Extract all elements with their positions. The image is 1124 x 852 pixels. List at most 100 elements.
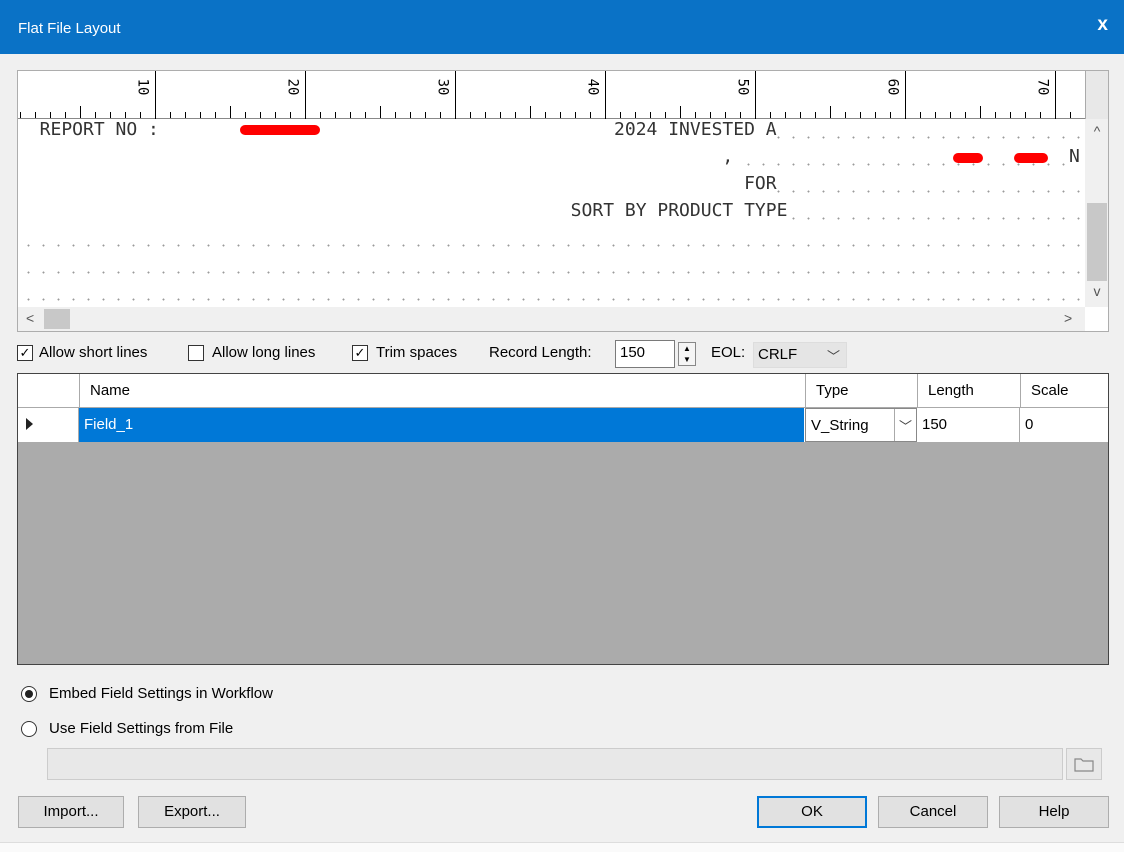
vertical-scroll-thumb[interactable] (1087, 203, 1107, 281)
ruler-label: 50 (734, 78, 751, 96)
allow-short-lines-checkbox[interactable]: ✓ (17, 345, 33, 361)
trim-spaces-checkbox[interactable]: ✓ (352, 345, 368, 361)
embed-settings-label: Embed Field Settings in Workflow (49, 685, 273, 702)
ruler-minor-tick (800, 112, 801, 118)
options-row: ✓ Allow short lines Allow long lines ✓ T… (17, 340, 1109, 368)
field-length-cell[interactable]: 150 (917, 408, 1020, 442)
field-scale-cell[interactable]: 0 (1020, 408, 1108, 442)
ruler-minor-tick (590, 112, 591, 118)
column-header-length[interactable]: Length (917, 374, 1020, 408)
ruler-minor-tick (440, 112, 441, 118)
ruler-minor-tick (215, 112, 216, 118)
ruler-minor-tick (770, 112, 771, 118)
scroll-right-icon[interactable]: > (1064, 310, 1072, 326)
ruler-minor-tick (920, 112, 921, 118)
ruler-minor-tick (560, 112, 561, 118)
ruler-minor-tick (50, 112, 51, 118)
ruler-major-tick (305, 71, 306, 119)
help-button[interactable]: Help (999, 796, 1109, 828)
redaction-mark (240, 125, 320, 135)
ruler-minor-tick (995, 112, 996, 118)
ruler-minor-tick (275, 112, 276, 118)
close-icon[interactable]: x (1097, 14, 1108, 36)
horizontal-scrollbar[interactable]: < > (18, 307, 1085, 331)
allow-long-lines-checkbox[interactable] (188, 345, 204, 361)
ruler-minor-tick (1040, 112, 1041, 118)
ruler-minor-tick (695, 112, 696, 118)
ruler-minor-tick (785, 112, 786, 118)
allow-long-lines-label: Allow long lines (212, 344, 316, 361)
preview-text-area[interactable]: REPORT NO : 2024 INVESTED A , N FOR SORT… (18, 119, 1085, 307)
ruler-minor-tick (470, 112, 471, 118)
vertical-scrollbar[interactable]: ^ v (1085, 119, 1108, 307)
export-button[interactable]: Export... (138, 796, 246, 828)
ruler-minor-tick (515, 112, 516, 118)
ruler-minor-tick (200, 112, 201, 118)
ruler-minor-tick (365, 112, 366, 118)
ruler-minor-tick (965, 112, 966, 118)
ruler-minor-tick (935, 112, 936, 118)
record-length-input[interactable]: 150 (615, 340, 675, 368)
current-row-icon (26, 418, 33, 430)
file-preview: 10 20 30 40 50 60 70 REPORT NO : 2024 INVESTED… (17, 70, 1109, 332)
field-name-cell[interactable]: Field_1 (79, 408, 804, 442)
column-header-scale[interactable]: Scale (1020, 374, 1108, 408)
horizontal-scroll-thumb[interactable] (44, 309, 70, 329)
column-header-type[interactable]: Type (805, 374, 917, 408)
scroll-left-icon[interactable]: < (26, 310, 34, 326)
field-type-select[interactable]: V_String ﹀ (805, 408, 917, 442)
ruler-minor-tick (860, 112, 861, 118)
ruler-minor-tick (635, 112, 636, 118)
ruler-mid-tick (80, 106, 81, 118)
ruler-minor-tick (170, 112, 171, 118)
browse-folder-button[interactable] (1066, 748, 1102, 780)
field-type-value: V_String (811, 417, 869, 434)
use-file-settings-radio[interactable] (21, 721, 37, 737)
ruler-minor-tick (620, 112, 621, 118)
table-row[interactable]: Field_1 V_String ﹀ 150 0 (18, 408, 1108, 442)
preview-line-tail: N (1069, 146, 1080, 167)
embed-settings-radio[interactable] (21, 686, 37, 702)
ruler-minor-tick (65, 112, 66, 118)
ruler-label: 10 (134, 78, 151, 96)
column-ruler: 10 20 30 40 50 60 70 (18, 71, 1085, 119)
settings-file-path-input[interactable] (47, 748, 1063, 780)
ruler-minor-tick (185, 112, 186, 118)
ruler-label: 70 (1034, 78, 1051, 96)
title-bar: Flat File Layout x (0, 0, 1124, 54)
ruler-minor-tick (500, 112, 501, 118)
ruler-label: 60 (884, 78, 901, 96)
scroll-down-icon[interactable]: v (1085, 283, 1108, 299)
ruler-minor-tick (665, 112, 666, 118)
eol-select[interactable]: CRLF ﹀ (753, 342, 847, 368)
ruler-mid-tick (680, 106, 681, 118)
ruler-major-tick (905, 71, 906, 119)
chevron-down-icon[interactable]: ﹀ (894, 409, 916, 441)
ruler-minor-tick (650, 112, 651, 118)
scroll-up-icon[interactable]: ^ (1085, 123, 1108, 139)
grid-header: Name Type Length Scale (18, 374, 1108, 408)
ruler-corner (1085, 71, 1108, 119)
ruler-minor-tick (110, 112, 111, 118)
ok-button[interactable]: OK (757, 796, 867, 828)
redaction-mark (953, 153, 983, 163)
chevron-down-icon: ﹀ (826, 349, 840, 364)
ruler-major-tick (605, 71, 606, 119)
ruler-minor-tick (320, 112, 321, 118)
ruler-major-tick (455, 71, 456, 119)
ruler-label: 40 (584, 78, 601, 96)
row-selector[interactable] (18, 408, 79, 442)
ruler-mid-tick (830, 106, 831, 118)
ruler-minor-tick (545, 112, 546, 118)
field-grid: Name Type Length Scale Field_1 V_String … (17, 373, 1109, 665)
ruler-minor-tick (1070, 112, 1071, 118)
record-length-stepper[interactable]: ▲ ▼ (678, 342, 696, 366)
ruler-minor-tick (95, 112, 96, 118)
folder-icon (1074, 758, 1094, 772)
ruler-minor-tick (1025, 112, 1026, 118)
ruler-minor-tick (740, 112, 741, 118)
ruler-minor-tick (845, 112, 846, 118)
column-header-name[interactable]: Name (79, 374, 805, 408)
cancel-button[interactable]: Cancel (878, 796, 988, 828)
import-button[interactable]: Import... (18, 796, 124, 828)
